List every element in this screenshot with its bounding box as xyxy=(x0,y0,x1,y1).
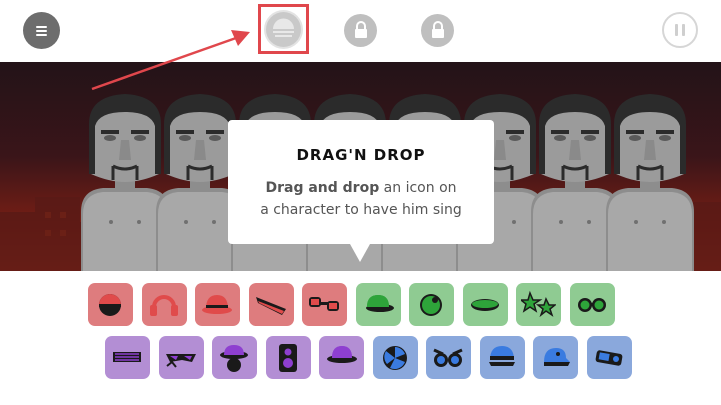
tooltip-body-rest: an icon on xyxy=(379,180,457,196)
melody-1-button[interactable] xyxy=(105,336,150,379)
melody-5-button[interactable] xyxy=(319,336,364,379)
effect-2-button[interactable] xyxy=(409,283,454,326)
effect-1-button[interactable] xyxy=(355,283,401,326)
tooltip-title: DRAG'N DROP xyxy=(296,146,426,164)
tooltip-body-line2: a character to have him sing xyxy=(260,202,462,218)
tooltip-body: Drag and drop an icon on a character to … xyxy=(228,177,494,221)
character[interactable] xyxy=(531,94,619,271)
drag-drop-tooltip: DRAG'N DROP Drag and drop an icon on a c… xyxy=(228,120,494,262)
beat-5-button[interactable] xyxy=(302,283,347,326)
voice-4-button[interactable] xyxy=(533,336,578,379)
beat-2-button[interactable] xyxy=(141,283,187,326)
pause-button[interactable] xyxy=(662,12,698,48)
active-sound-slot[interactable] xyxy=(258,4,309,54)
tooltip-body-strong: Drag and drop xyxy=(265,180,380,196)
melody-2-button[interactable] xyxy=(158,336,204,379)
top-toolbar xyxy=(0,0,721,62)
effect-5-button[interactable] xyxy=(569,283,615,326)
locked-slot-2[interactable] xyxy=(421,14,454,47)
beat-4-button[interactable] xyxy=(248,283,294,326)
locked-slot-1[interactable] xyxy=(344,14,377,47)
voice-5-button[interactable] xyxy=(586,336,632,379)
sound-slot-icon xyxy=(266,12,301,47)
sound-icon-tray xyxy=(0,271,721,405)
melody-4-button[interactable] xyxy=(265,336,311,379)
beat-3-button[interactable] xyxy=(195,283,240,326)
tooltip-tail xyxy=(350,244,370,262)
voice-1-button[interactable] xyxy=(372,336,418,379)
beat-1-button[interactable] xyxy=(88,283,133,326)
character[interactable] xyxy=(81,94,169,271)
voice-2-button[interactable] xyxy=(426,336,471,379)
menu-button[interactable] xyxy=(23,12,60,49)
melody-3-button[interactable] xyxy=(212,336,257,379)
effect-4-button[interactable] xyxy=(516,283,561,326)
voice-3-button[interactable] xyxy=(479,336,525,379)
effect-3-button[interactable] xyxy=(462,283,508,326)
game-screen: DRAG'N DROP Drag and drop an icon on a c… xyxy=(0,0,721,405)
character[interactable] xyxy=(606,94,694,271)
